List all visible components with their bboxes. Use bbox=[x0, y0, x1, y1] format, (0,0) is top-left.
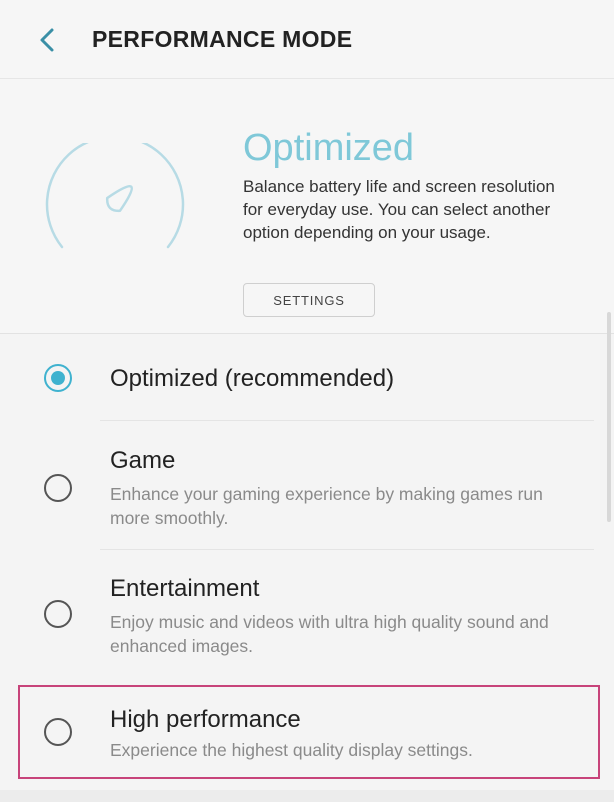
radio-button[interactable] bbox=[44, 600, 72, 628]
highlight-outline bbox=[18, 685, 600, 779]
option-game[interactable]: Game Enhance your gaming experience by m… bbox=[0, 421, 614, 549]
speedometer-icon bbox=[45, 143, 185, 249]
back-chevron-icon[interactable] bbox=[36, 26, 58, 54]
app-header: PERFORMANCE MODE bbox=[0, 0, 614, 79]
settings-button[interactable]: SETTINGS bbox=[243, 283, 375, 317]
option-description: Enjoy music and videos with ultra high q… bbox=[110, 612, 549, 656]
option-title: Entertainment bbox=[110, 575, 260, 602]
option-entertainment[interactable]: Entertainment Enjoy music and videos wit… bbox=[0, 550, 614, 680]
mode-summary-panel: Optimized Balance battery life and scree… bbox=[0, 79, 614, 334]
radio-button-selected[interactable] bbox=[44, 364, 72, 392]
option-title: Game bbox=[110, 447, 176, 474]
option-title: Optimized (recommended) bbox=[110, 365, 395, 392]
current-mode-title: Optimized bbox=[243, 127, 415, 169]
page-title: PERFORMANCE MODE bbox=[92, 26, 353, 52]
bottom-edge bbox=[0, 790, 614, 802]
option-description: Enhance your gaming experience by making… bbox=[110, 484, 543, 528]
current-mode-description: Balance battery life and screen resoluti… bbox=[243, 177, 555, 242]
radio-button[interactable] bbox=[44, 474, 72, 502]
option-optimized[interactable]: Optimized (recommended) bbox=[0, 334, 614, 420]
